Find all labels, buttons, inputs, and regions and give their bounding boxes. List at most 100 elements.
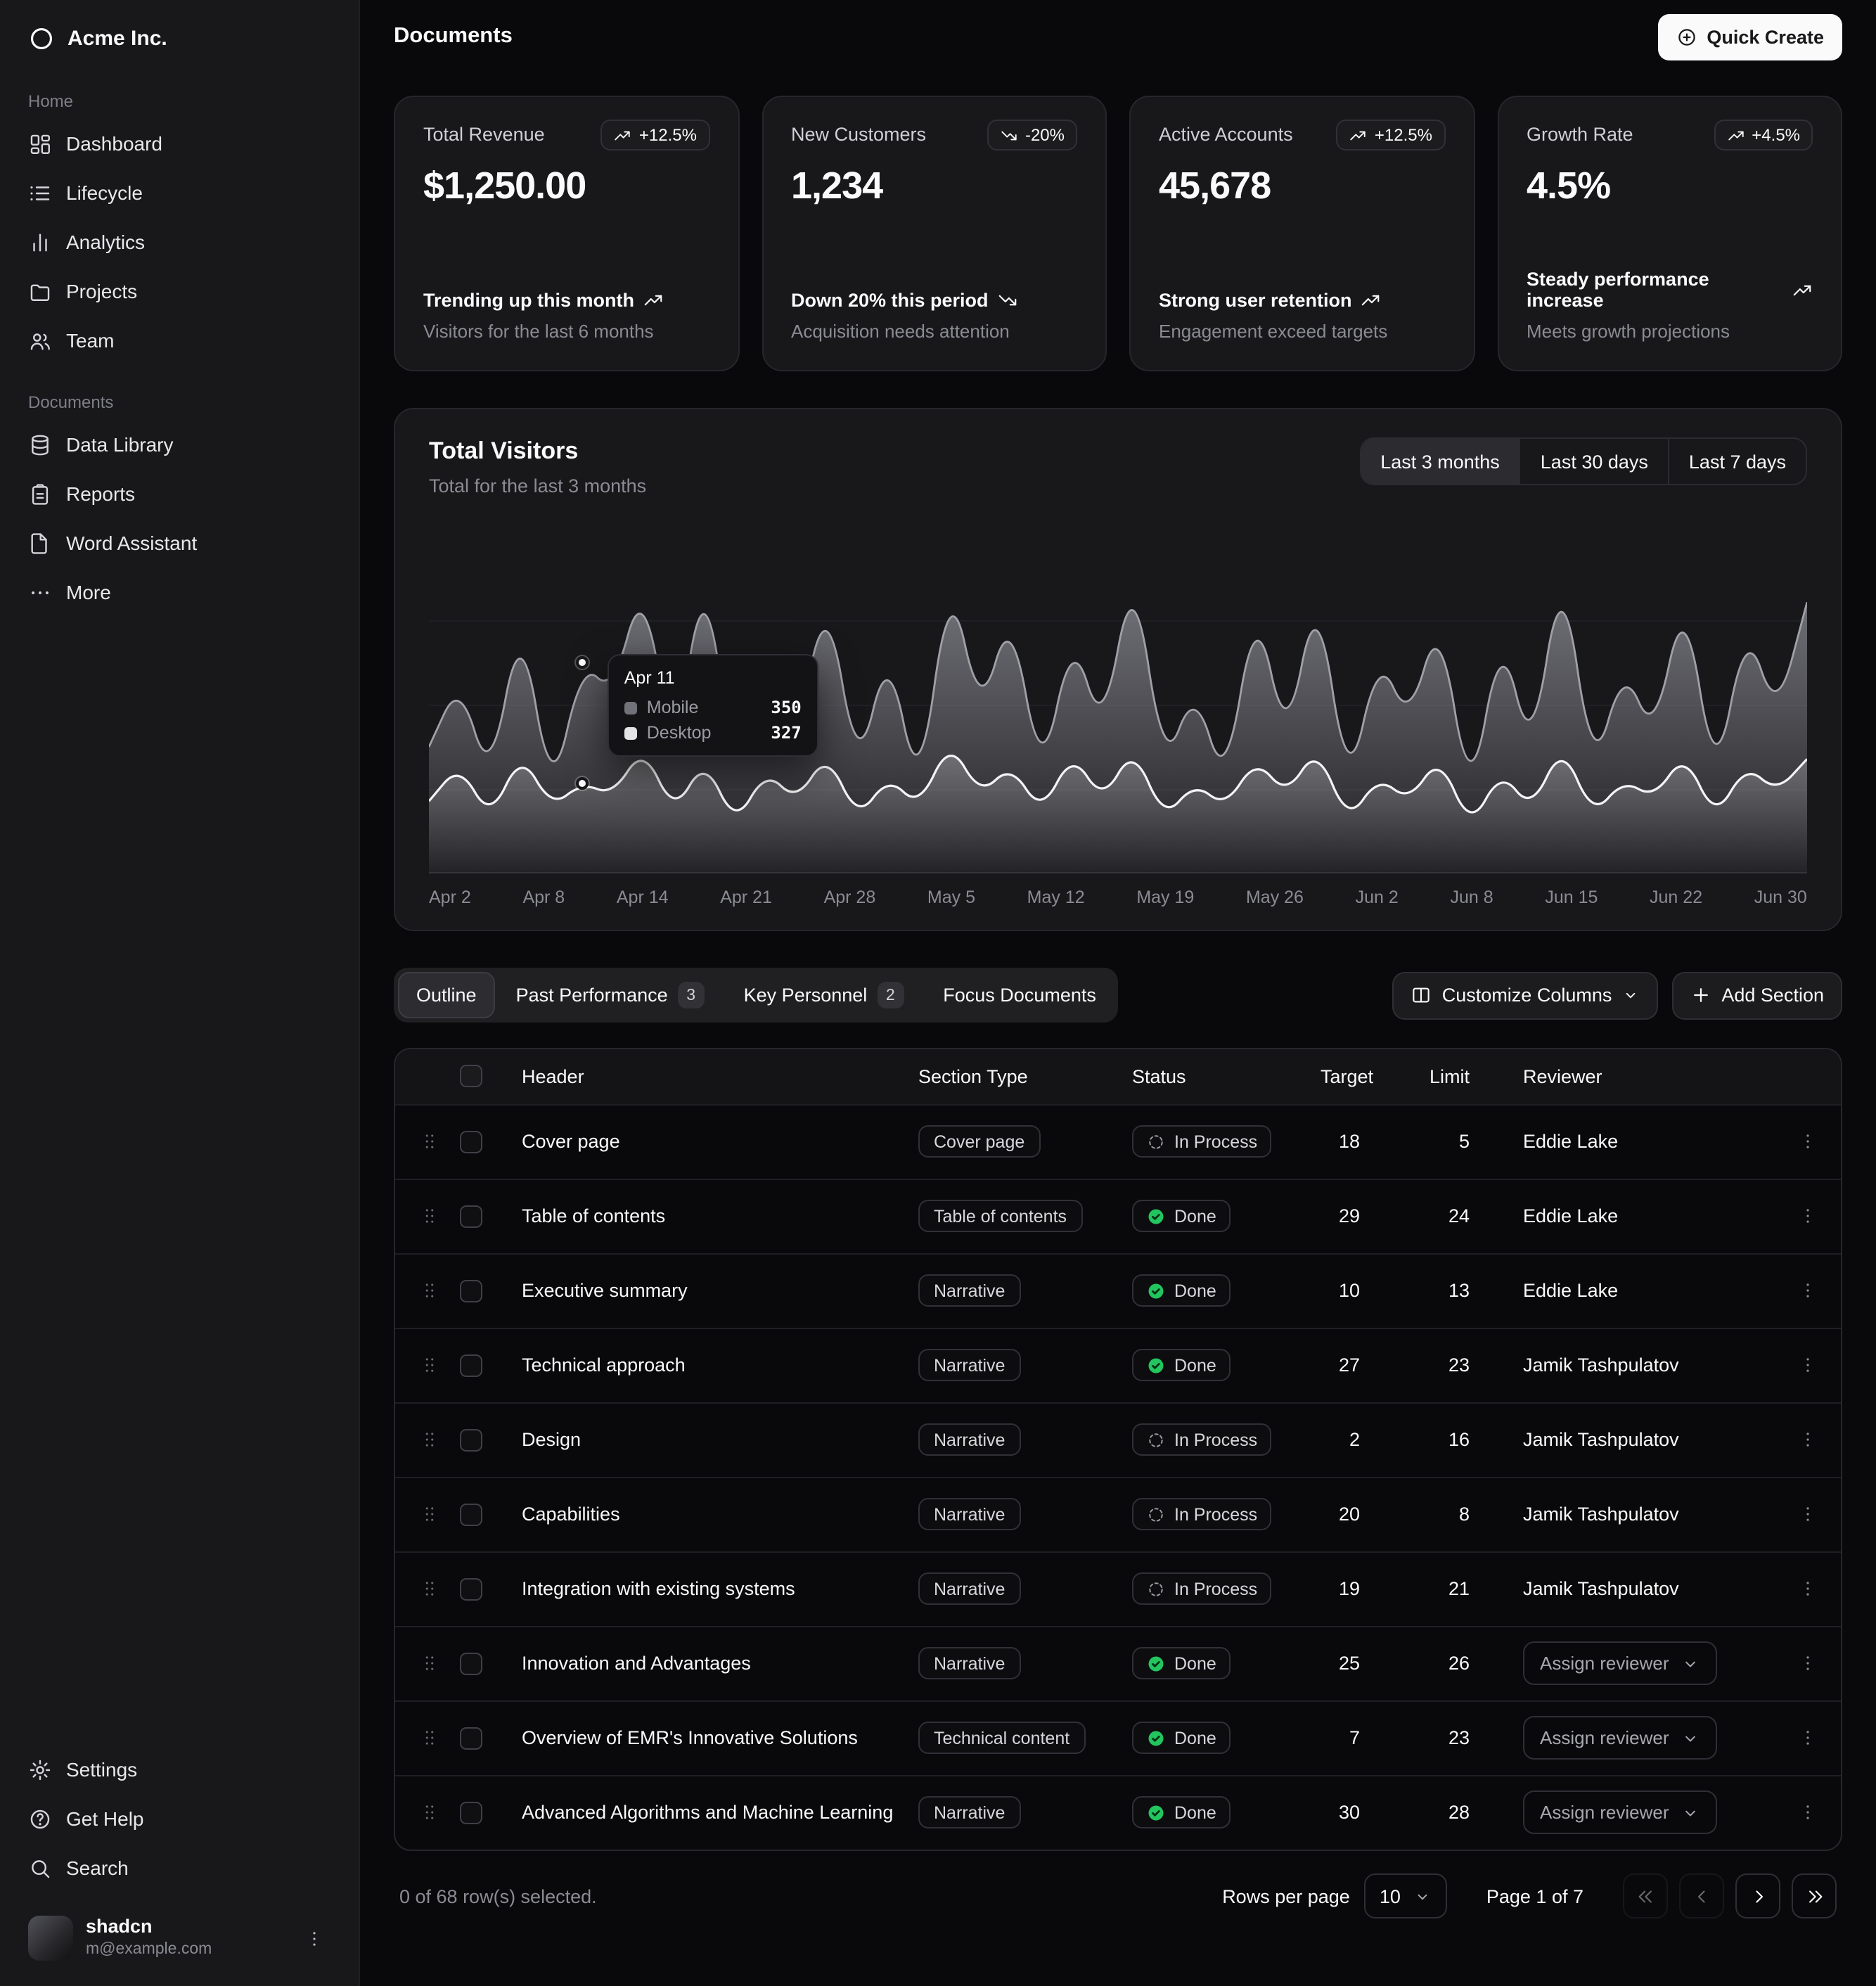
limit-cell[interactable]: 26 [1396,1626,1506,1700]
row-menu-button[interactable] [1787,1644,1827,1683]
row-title[interactable]: Table of contents [522,1205,665,1226]
user-menu-button[interactable] [297,1921,330,1955]
select-row-checkbox[interactable] [460,1652,482,1674]
select-row-checkbox[interactable] [460,1205,482,1227]
sidebar-item-search[interactable]: Search [17,1844,342,1892]
row-menu-button[interactable] [1787,1345,1827,1385]
drag-handle[interactable] [412,1796,446,1830]
assign-reviewer-select[interactable]: Assign reviewer [1523,1716,1717,1760]
limit-cell[interactable]: 13 [1396,1253,1506,1328]
row-title[interactable]: Innovation and Advantages [522,1653,751,1674]
add-section-button[interactable]: Add Section [1672,971,1842,1019]
select-all-checkbox[interactable] [460,1065,482,1088]
grip-vertical-icon [418,1802,439,1824]
drag-handle[interactable] [412,1125,446,1158]
select-row-checkbox[interactable] [460,1802,482,1824]
limit-cell[interactable]: 23 [1396,1700,1506,1775]
sidebar-item-dashboard[interactable]: Dashboard [17,120,342,167]
sidebar-item-settings[interactable]: Settings [17,1745,342,1793]
drag-handle[interactable] [412,1646,446,1680]
sidebar-item-data-library[interactable]: Data Library [17,421,342,468]
first-page-button[interactable] [1623,1873,1668,1918]
sidebar-item-reports[interactable]: Reports [17,470,342,518]
row-menu-button[interactable] [1787,1196,1827,1236]
select-row-checkbox[interactable] [460,1577,482,1600]
select-row-checkbox[interactable] [460,1503,482,1525]
rows-per-page-select[interactable]: 10 [1364,1873,1447,1918]
range-last-3-months[interactable]: Last 3 months [1361,439,1520,484]
tab-past-performance[interactable]: Past Performance3 [498,972,723,1018]
drag-handle[interactable] [412,1199,446,1233]
status-badge: In Process [1132,1498,1271,1530]
row-title[interactable]: Technical approach [522,1354,686,1376]
assign-reviewer-select[interactable]: Assign reviewer [1523,1641,1717,1685]
target-cell[interactable]: 20 [1304,1477,1396,1551]
row-title[interactable]: Overview of EMR's Innovative Solutions [522,1727,858,1748]
sidebar-group-label: Home [17,83,342,118]
select-row-checkbox[interactable] [460,1726,482,1749]
target-cell[interactable]: 25 [1304,1626,1396,1700]
target-cell[interactable]: 19 [1304,1551,1396,1626]
range-last-7-days[interactable]: Last 7 days [1668,439,1806,484]
target-cell[interactable]: 18 [1304,1104,1396,1179]
row-title[interactable]: Executive summary [522,1280,688,1301]
row-title[interactable]: Advanced Algorithms and Machine Learning [522,1802,893,1824]
user-menu[interactable]: shadcn m@example.com [17,1904,342,1972]
sidebar-item-team[interactable]: Team [17,316,342,364]
next-page-button[interactable] [1735,1873,1780,1918]
row-title[interactable]: Design [522,1429,581,1450]
last-page-button[interactable] [1792,1873,1837,1918]
grip-vertical-icon [418,1354,439,1376]
tab-outline[interactable]: Outline [398,972,495,1018]
limit-cell[interactable]: 23 [1396,1328,1506,1402]
customize-columns-button[interactable]: Customize Columns [1393,971,1659,1019]
limit-cell[interactable]: 28 [1396,1775,1506,1850]
target-cell[interactable]: 29 [1304,1179,1396,1253]
row-title[interactable]: Capabilities [522,1504,620,1525]
row-menu-button[interactable] [1787,1793,1827,1833]
sidebar-item-projects[interactable]: Projects [17,267,342,315]
select-row-checkbox[interactable] [460,1130,482,1153]
sidebar-item-analytics[interactable]: Analytics [17,218,342,266]
drag-handle[interactable] [412,1497,446,1531]
sidebar-item-word-assistant[interactable]: Word Assistant [17,519,342,567]
target-cell[interactable]: 10 [1304,1253,1396,1328]
limit-cell[interactable]: 8 [1396,1477,1506,1551]
drag-handle[interactable] [412,1423,446,1456]
row-menu-button[interactable] [1787,1494,1827,1534]
drag-handle[interactable] [412,1572,446,1606]
row-menu-button[interactable] [1787,1271,1827,1310]
row-menu-button[interactable] [1787,1718,1827,1757]
row-menu-button[interactable] [1787,1420,1827,1459]
target-cell[interactable]: 7 [1304,1700,1396,1775]
limit-cell[interactable]: 16 [1396,1402,1506,1477]
drag-handle[interactable] [412,1274,446,1307]
row-title[interactable]: Integration with existing systems [522,1578,795,1599]
tab-key-personnel[interactable]: Key Personnel2 [726,972,923,1018]
select-row-checkbox[interactable] [460,1354,482,1376]
range-last-30-days[interactable]: Last 30 days [1520,439,1668,484]
drag-handle[interactable] [412,1348,446,1382]
sidebar-item-get-help[interactable]: Get Help [17,1795,342,1843]
target-cell[interactable]: 30 [1304,1775,1396,1850]
select-row-checkbox[interactable] [460,1428,482,1451]
sidebar-item-more[interactable]: More [17,568,342,616]
workspace-switcher[interactable]: Acme Inc. [17,14,342,63]
limit-cell[interactable]: 24 [1396,1179,1506,1253]
assign-reviewer-select[interactable]: Assign reviewer [1523,1791,1717,1835]
target-cell[interactable]: 2 [1304,1402,1396,1477]
target-cell[interactable]: 27 [1304,1328,1396,1402]
area-chart[interactable]: Apr 11 Mobile 350 Desktop 327 [429,536,1807,873]
drag-handle[interactable] [412,1721,446,1755]
limit-cell[interactable]: 21 [1396,1551,1506,1626]
sidebar-item-lifecycle[interactable]: Lifecycle [17,169,342,217]
tab-focus-documents[interactable]: Focus Documents [925,972,1114,1018]
row-menu-button[interactable] [1787,1122,1827,1161]
select-row-checkbox[interactable] [460,1279,482,1302]
quick-create-button[interactable]: Quick Create [1657,13,1842,60]
limit-cell[interactable]: 5 [1396,1104,1506,1179]
stat-card-new-customers: New Customers -20% 1,234 Down 20% this p… [762,96,1107,371]
row-title[interactable]: Cover page [522,1131,620,1152]
row-menu-button[interactable] [1787,1569,1827,1608]
prev-page-button[interactable] [1679,1873,1724,1918]
